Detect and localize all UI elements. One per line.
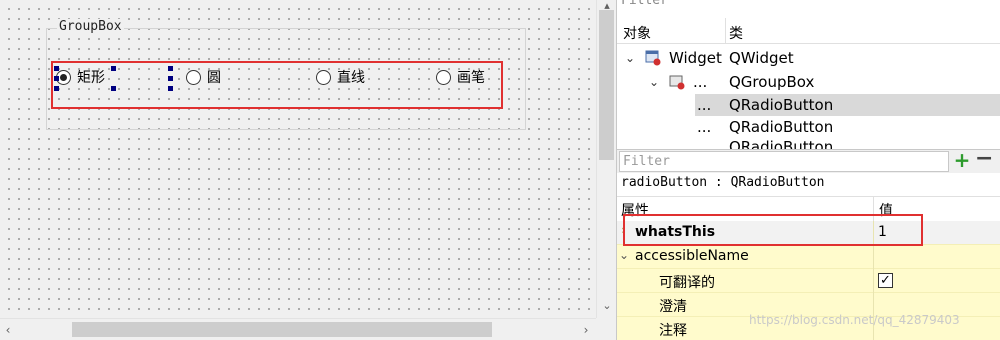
property-filter-input[interactable]: Filter (619, 151, 949, 172)
tree-class-name: QRadioButton (729, 96, 834, 114)
property-row-accessiblename[interactable]: ⌄ accessibleName (617, 245, 1000, 269)
tree-class-name: QWidget (729, 49, 794, 67)
tree-class-name: QRadioButton (729, 118, 834, 136)
property-name: 澄清 (659, 299, 687, 315)
object-inspector-header: 对象 类 (617, 18, 1000, 44)
scroll-corner (596, 318, 616, 340)
tree-row-widget[interactable]: ⌄ Widget QWidget (617, 47, 1000, 69)
tree-row-radio-selected[interactable]: ... QRadioButton (617, 94, 1000, 116)
property-row-translatable[interactable]: 可翻译的 ✓ (617, 269, 1000, 293)
plus-icon[interactable]: + (953, 150, 971, 170)
chevron-down-icon[interactable]: ⌄ (625, 51, 635, 65)
column-object[interactable]: 对象 (623, 23, 651, 43)
groupbox-title: GroupBox (57, 19, 124, 34)
tree-object-name: ... (693, 73, 708, 91)
groupbox-icon (669, 75, 685, 90)
tree-object-name: ... (697, 96, 712, 114)
inspector-panel: Filter 对象 类 ⌄ Widget QWidget ⌄ ... QGrou… (616, 0, 1000, 340)
current-object-name: radioButton : QRadioButton (621, 175, 825, 190)
property-name: accessibleName (635, 248, 749, 264)
tree-row-radio-clipped[interactable]: QRadioButton (617, 136, 1000, 149)
tree-object-name: ... (697, 118, 712, 136)
annotation-highlight-radios (51, 61, 503, 109)
property-name: 可翻译的 (659, 275, 715, 291)
scroll-right-icon[interactable]: › (580, 323, 592, 337)
object-filter-label[interactable]: Filter (621, 0, 668, 8)
vertical-scroll-thumb[interactable] (599, 10, 614, 160)
widget-icon (645, 50, 661, 66)
tree-row-groupbox[interactable]: ⌄ ... QGroupBox (617, 71, 1000, 93)
watermark: https://blog.csdn.net/qq_42879403 (749, 313, 960, 327)
tree-row-radio[interactable]: ... QRadioButton (617, 116, 1000, 138)
column-class[interactable]: 类 (729, 23, 743, 43)
chevron-down-icon[interactable]: ⌄ (619, 248, 629, 262)
chevron-down-icon[interactable]: ⌄ (649, 75, 659, 89)
property-name: 注释 (659, 323, 687, 339)
minus-icon[interactable]: − (975, 148, 993, 170)
translatable-checkbox[interactable]: ✓ (878, 273, 893, 288)
tree-object-name: Widget (669, 49, 722, 67)
horizontal-scrollbar[interactable]: ‹ › (0, 318, 596, 340)
form-canvas[interactable]: GroupBox 矩形 圆 直线 画笔 (0, 0, 596, 318)
scroll-down-icon[interactable]: ⌄ (600, 300, 614, 312)
tree-class-name: QRadioButton (729, 138, 834, 149)
tree-class-name: QGroupBox (729, 73, 815, 91)
scroll-left-icon[interactable]: ‹ (2, 323, 14, 337)
property-filter-bar: Filter + − (617, 148, 1000, 173)
horizontal-scroll-thumb[interactable] (72, 322, 492, 337)
vertical-scrollbar[interactable]: ▴ ⌄ (596, 0, 616, 318)
annotation-highlight-property (623, 214, 923, 246)
